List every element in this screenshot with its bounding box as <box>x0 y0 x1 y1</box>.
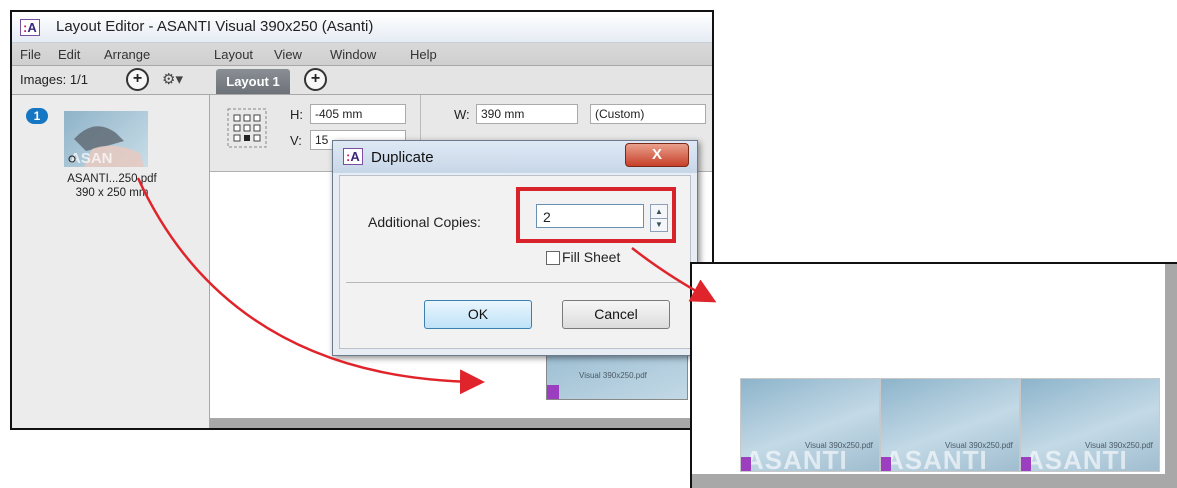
arrow-to-canvas <box>136 177 485 395</box>
arrow-to-result <box>631 247 717 303</box>
annotation-arrows <box>136 177 717 395</box>
